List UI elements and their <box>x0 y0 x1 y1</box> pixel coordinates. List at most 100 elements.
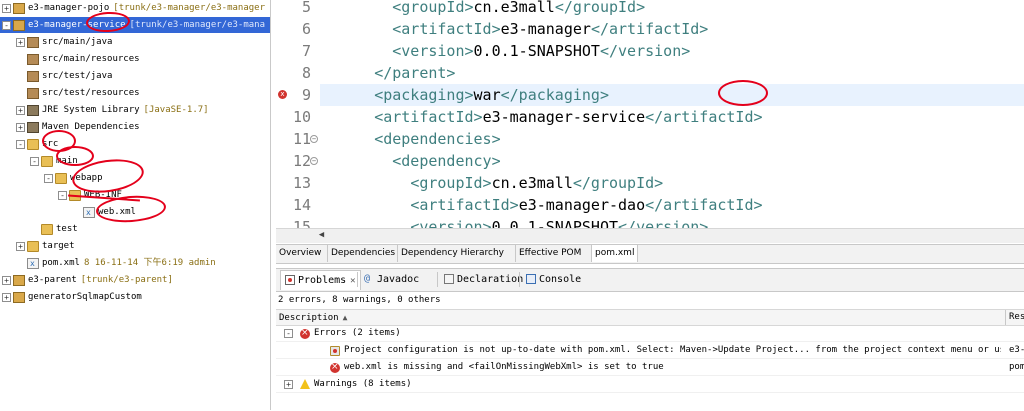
expand-icon[interactable]: + <box>16 122 25 132</box>
tree-item-label: main <box>56 156 78 166</box>
scroll-left-icon[interactable]: ◀ <box>316 230 327 241</box>
xml-tag: </parent> <box>374 64 456 82</box>
problems-view: Problems ✕ @ Javadoc Declaration Console 2 er… <box>276 268 1024 411</box>
problem-group-row[interactable]: + Warnings (8 items) <box>276 376 1024 393</box>
expand-icon[interactable]: + <box>2 3 11 13</box>
line-number: 6 <box>301 20 311 38</box>
code-line[interactable]: <artifactId>e3-manager</artifactId> <box>320 18 708 40</box>
view-tab-console[interactable]: Console <box>522 270 585 290</box>
pom-xml-editor[interactable]: 5 6 7 8 9 x 10 11−12−13 14 15 <groupId>cn.e3mall<… <box>276 0 1024 244</box>
tree-item-decoration: [trunk/e3-manager/e3-mana <box>129 20 266 30</box>
problems-table-header: Description ▲ Res <box>276 309 1024 326</box>
tree-item[interactable]: + target <box>0 238 270 254</box>
code-line[interactable]: </parent> <box>320 62 455 84</box>
tree-item-label: e3-manager-service <box>28 20 126 30</box>
code-line[interactable]: <dependencies> <box>320 128 500 150</box>
tree-item-label: test <box>56 224 78 234</box>
xml-tag: <packaging> <box>374 86 474 104</box>
line-number: 8 <box>301 64 311 82</box>
expand-icon[interactable]: + <box>2 292 11 302</box>
tree-item[interactable]: src/test/java <box>0 68 270 84</box>
expand-icon[interactable]: + <box>2 275 11 285</box>
expand-icon[interactable]: + <box>16 241 25 251</box>
tree-item[interactable]: + Maven Dependencies <box>0 119 270 135</box>
tree-item[interactable]: - WEB-INF <box>0 187 270 203</box>
horizontal-scrollbar[interactable]: ◀ <box>276 228 1024 243</box>
tree-item[interactable]: - webapp <box>0 170 270 186</box>
view-tab-label: Console <box>539 274 582 285</box>
view-tab-declaration[interactable]: Declaration <box>440 270 527 290</box>
collapse-icon[interactable]: - <box>2 20 11 30</box>
tree-item[interactable]: test <box>0 221 270 237</box>
code-line[interactable]: <version>0.0.1-SNAPSHOT</version> <box>320 40 690 62</box>
xml-file-icon <box>83 205 95 221</box>
collapse-icon[interactable]: - <box>284 329 293 338</box>
tree-item[interactable]: + src/main/java <box>0 34 270 50</box>
tree-item[interactable]: src/main/resources <box>0 51 270 67</box>
tree-item[interactable]: + e3-parent [trunk/e3-parent] <box>0 272 270 288</box>
code-line[interactable]: <groupId>cn.e3mall</groupId> <box>320 0 645 18</box>
editor-tab-dependencies[interactable]: Dependencies <box>328 245 398 262</box>
editor-tab-dependency-hierarchy[interactable]: Dependency Hierarchy <box>398 245 516 262</box>
code-line[interactable]: <groupId>cn.e3mall</groupId> <box>320 172 663 194</box>
view-tab-problems[interactable]: Problems ✕ <box>280 270 361 290</box>
fold-toggle-icon[interactable]: − <box>310 135 318 143</box>
code-line[interactable]: <dependency> <box>320 150 500 172</box>
column-resource[interactable]: Res <box>1006 310 1024 325</box>
line-number: 10 <box>292 108 311 126</box>
error-icon <box>330 359 340 376</box>
tree-item[interactable]: - main <box>0 153 270 169</box>
tree-item[interactable]: - src <box>0 136 270 152</box>
code-line[interactable]: <packaging>war</packaging> <box>320 84 1024 106</box>
fold-toggle-icon[interactable]: − <box>310 157 318 165</box>
collapse-icon[interactable]: - <box>30 156 39 166</box>
console-icon <box>526 274 536 284</box>
line-number: 5 <box>301 0 311 16</box>
tree-item[interactable]: pom.xml8 16-11-14 下午6:19 admin <box>0 255 270 272</box>
tree-item-decoration: [trunk/e3-parent] <box>80 275 173 285</box>
editor-tab-pom-xml[interactable]: pom.xml <box>592 245 638 262</box>
xml-text: cn.e3mall <box>473 0 555 16</box>
xml-tag: </groupId> <box>572 174 664 192</box>
tree-item-label: web.xml <box>98 207 136 217</box>
tree-item[interactable]: - e3-manager-service [trunk/e3-manager/e3-… <box>0 17 270 33</box>
collapse-icon[interactable]: - <box>16 139 25 149</box>
config-error-icon <box>330 346 340 356</box>
expand-icon[interactable]: + <box>284 380 293 389</box>
tree-item-label: e3-parent <box>28 275 77 285</box>
close-icon[interactable]: ✕ <box>350 271 355 291</box>
folder-icon <box>41 155 53 167</box>
tree-item[interactable]: src/test/resources <box>0 85 270 101</box>
tree-item-decoration: 8 16-11-14 下午6:19 admin <box>83 258 216 268</box>
tree-item[interactable]: + generatorSqlmapCustom <box>0 289 270 305</box>
tree-item[interactable]: + JRE System Library [JavaSE-1.7] <box>0 102 270 118</box>
warning-icon <box>300 379 310 389</box>
problem-group-row[interactable]: - Errors (2 items) <box>276 325 1024 342</box>
tree-item-decoration: [trunk/e3-manager/e3-manager <box>113 3 265 13</box>
expand-icon[interactable]: + <box>16 37 25 47</box>
tree-item-decoration: [JavaSE-1.7] <box>143 105 209 115</box>
collapse-icon[interactable]: - <box>58 190 67 200</box>
line-number: 14 <box>292 196 311 214</box>
editor-tab-overview[interactable]: Overview <box>276 245 328 262</box>
expand-icon[interactable]: + <box>16 105 25 115</box>
problem-row[interactable]: web.xml is missing and <failOnMissingWeb… <box>276 359 1024 376</box>
column-description[interactable]: Description ▲ <box>276 310 1006 325</box>
error-marker-icon[interactable]: x <box>278 90 287 99</box>
line-number-gutter: 5 6 7 8 9 x 10 11−12−13 14 15 <box>276 0 318 244</box>
line-number: 9 <box>301 86 311 104</box>
tree-item[interactable]: + e3-manager-pojo [trunk/e3-manager/e3-man… <box>0 0 270 16</box>
package-folder-icon <box>27 70 39 82</box>
problem-row[interactable]: Project configuration is not up-to-date … <box>276 342 1024 359</box>
collapse-icon[interactable]: - <box>44 173 53 183</box>
code-line[interactable]: <artifactId>e3-manager-service</artifact… <box>320 106 762 128</box>
tree-item[interactable]: web.xml <box>0 204 270 221</box>
editor-tab-effective-pom[interactable]: Effective POM <box>516 245 592 262</box>
code-line[interactable]: <artifactId>e3-manager-dao</artifactId> <box>320 194 762 216</box>
view-tab-javadoc[interactable]: @ Javadoc <box>360 270 423 290</box>
tree-item-label: src/main/resources <box>42 54 140 64</box>
xml-tag: <version> <box>392 42 474 60</box>
problems-summary: 2 errors, 8 warnings, 0 others <box>278 295 441 305</box>
problem-description: Warnings (8 items) <box>314 379 412 389</box>
